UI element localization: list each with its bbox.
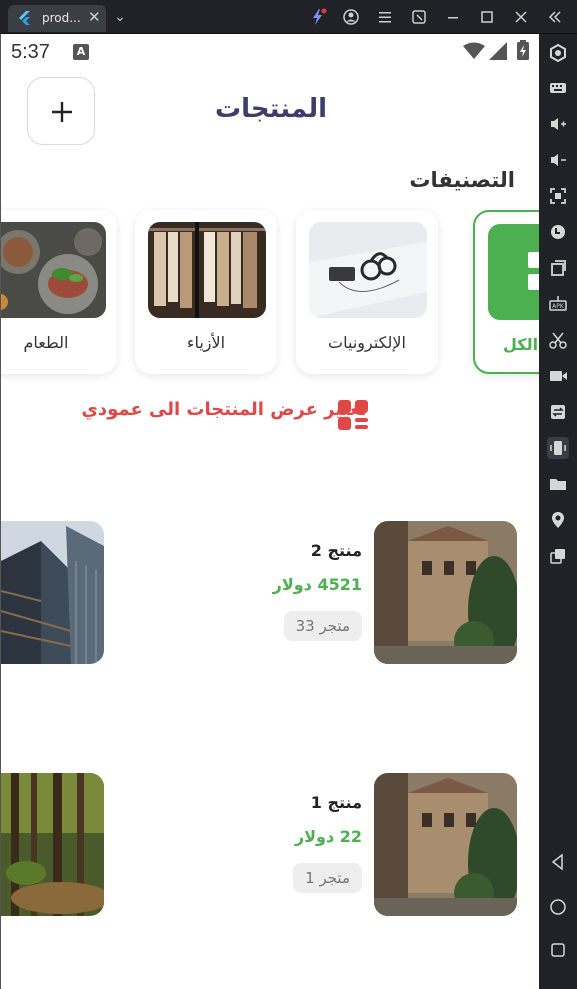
toggle-view-button[interactable]: تغيير عرض المنتجات الى عمودي	[81, 399, 367, 420]
fullscreen-icon[interactable]	[547, 185, 569, 207]
app-tab[interactable]: prod... ✕	[8, 5, 106, 32]
lightning-icon[interactable]	[308, 7, 328, 27]
category-electronics-label: الإلكترونيات	[328, 333, 406, 352]
category-all-image	[488, 224, 539, 320]
shake-icon[interactable]	[547, 437, 569, 459]
screenshot-icon[interactable]	[409, 7, 429, 27]
categories-title: التصنيفات	[409, 168, 515, 192]
minimize-icon[interactable]	[443, 7, 463, 27]
emulator-window: prod... ✕ ⌄ APK 5:37 A المنتجات التصنيفا…	[0, 0, 577, 989]
product-name: منتج 2	[310, 541, 362, 560]
add-product-button[interactable]	[27, 77, 95, 145]
close-window-icon[interactable]	[511, 7, 531, 27]
layers-icon[interactable]	[547, 545, 569, 567]
electronics-image	[309, 222, 427, 318]
product-name: منتج 1	[310, 793, 362, 812]
collapse-sidebar-icon[interactable]	[545, 7, 565, 27]
status-time: 5:37	[11, 41, 50, 63]
recents-nav-icon[interactable]	[547, 939, 569, 961]
category-food[interactable]: الطعام	[1, 210, 117, 374]
product-card[interactable]: منتج 1 22 دولار متجر 1	[1, 773, 539, 918]
product-card[interactable]: منتج 2 4521 دولار متجر 33	[1, 521, 539, 666]
video-record-icon[interactable]	[547, 365, 569, 387]
settings-hex-icon[interactable]	[547, 42, 569, 64]
signal-icon	[489, 42, 507, 60]
back-nav-icon[interactable]	[547, 851, 569, 873]
food-image	[1, 222, 106, 318]
location-icon[interactable]	[547, 509, 569, 531]
maximize-icon[interactable]	[477, 7, 497, 27]
volume-down-icon[interactable]	[547, 149, 569, 171]
fashion-image	[148, 222, 266, 318]
product-price: 4521 دولار	[272, 575, 362, 594]
menu-icon[interactable]	[375, 7, 395, 27]
apk-icon[interactable]: APK	[547, 293, 569, 315]
page-title: المنتجات	[215, 94, 327, 124]
flutter-icon	[19, 11, 30, 25]
home-nav-icon[interactable]	[547, 896, 569, 918]
product-image	[374, 521, 517, 664]
volume-up-icon[interactable]	[547, 113, 569, 135]
folder-icon[interactable]	[547, 473, 569, 495]
product-price: 22 دولار	[294, 827, 362, 846]
category-all-label: الكل	[503, 335, 539, 354]
rotate-icon[interactable]	[547, 221, 569, 243]
category-food-label: الطعام	[23, 333, 69, 352]
grid-icon	[528, 252, 539, 290]
category-fashion-label: الأزياء	[186, 333, 226, 352]
battery-icon	[517, 40, 529, 60]
product-store-badge: متجر 33	[283, 611, 362, 641]
category-electronics[interactable]: الإلكترونيات	[296, 210, 438, 374]
layout-grid-icon[interactable]	[338, 400, 370, 432]
category-all[interactable]: الكل	[473, 210, 539, 374]
tab-title: prod...	[42, 11, 81, 25]
product-store-badge: متجر 1	[293, 863, 362, 893]
svg-text:APK: APK	[552, 303, 565, 310]
forest-image	[1, 773, 104, 916]
scissors-icon[interactable]	[547, 329, 569, 351]
emulator-toolbar: APK	[539, 34, 577, 989]
chevron-down-icon[interactable]: ⌄	[110, 7, 130, 27]
notification-icon: A	[73, 44, 89, 60]
status-bar: 5:37 A	[1, 34, 539, 70]
account-icon[interactable]	[341, 7, 361, 27]
phone-screen: 5:37 A المنتجات التصنيفات الكل الإلكترون…	[0, 34, 539, 989]
transfer-icon[interactable]	[547, 401, 569, 423]
tab-close-icon[interactable]: ✕	[88, 8, 101, 26]
plus-icon	[52, 102, 72, 122]
product-image	[374, 773, 517, 916]
wifi-icon	[463, 42, 485, 59]
emulator-title-bar: prod... ✕ ⌄	[0, 0, 577, 34]
building-image	[1, 521, 104, 664]
keyboard-icon[interactable]	[547, 77, 569, 99]
multi-window-icon[interactable]	[547, 257, 569, 279]
category-fashion[interactable]: الأزياء	[135, 210, 277, 374]
